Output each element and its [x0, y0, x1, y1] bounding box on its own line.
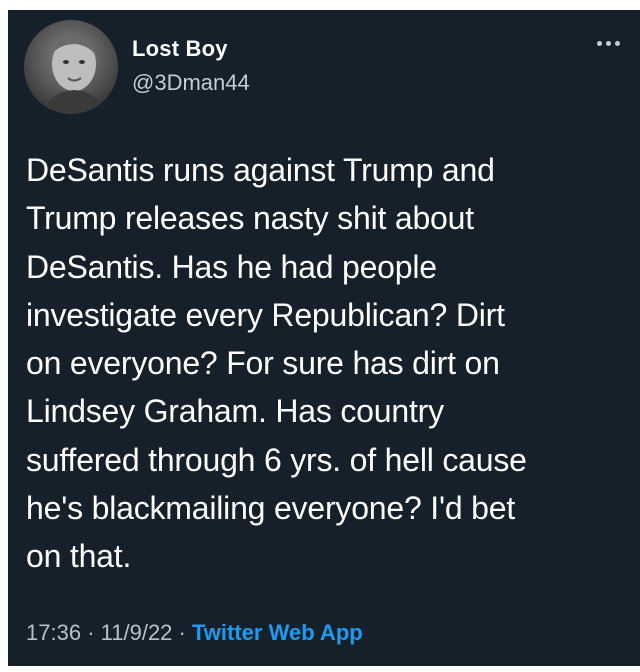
- more-dot: [605, 40, 611, 46]
- avatar[interactable]: [24, 20, 118, 114]
- more-options-button[interactable]: [590, 28, 626, 58]
- tweet-date[interactable]: 11/9/22: [101, 620, 173, 645]
- tweet-line: Trump releases nasty shit about: [26, 200, 474, 237]
- tweet-line: DeSantis runs against Trump and: [26, 152, 495, 188]
- tweet-line: DeSantis. Has he had people: [26, 248, 437, 285]
- more-horizontal-icon: [596, 40, 602, 46]
- tweet-source-link[interactable]: Twitter Web App: [192, 620, 363, 645]
- tweet-line: he's blackmailing everyone? I'd bet: [26, 490, 516, 527]
- author-handle[interactable]: @3Dman44: [132, 70, 250, 96]
- tweet-line: on that.: [26, 538, 132, 575]
- tweet-card: Lost Boy @3Dman44 DeSantis runs against …: [8, 10, 640, 666]
- tweet-line: investigate every Republican? Dirt: [26, 296, 505, 333]
- tweet-line: suffered through 6 yrs. of hell cause: [26, 441, 527, 478]
- tweet-line: on everyone? For sure has dirt on: [26, 345, 500, 382]
- tweet-meta: 17:36 · 11/9/22 · Twitter Web App: [26, 620, 363, 646]
- tweet-text: DeSantis runs against Trump and Trump re…: [26, 146, 626, 581]
- more-dot: [614, 40, 620, 46]
- author-name[interactable]: Lost Boy: [132, 36, 228, 62]
- profile-photo-icon: [24, 20, 118, 114]
- meta-separator: ·: [87, 620, 95, 645]
- tweet-line: Lindsey Graham. Has country: [26, 393, 444, 430]
- tweet-time[interactable]: 17:36: [26, 620, 81, 645]
- meta-separator: ·: [178, 620, 186, 645]
